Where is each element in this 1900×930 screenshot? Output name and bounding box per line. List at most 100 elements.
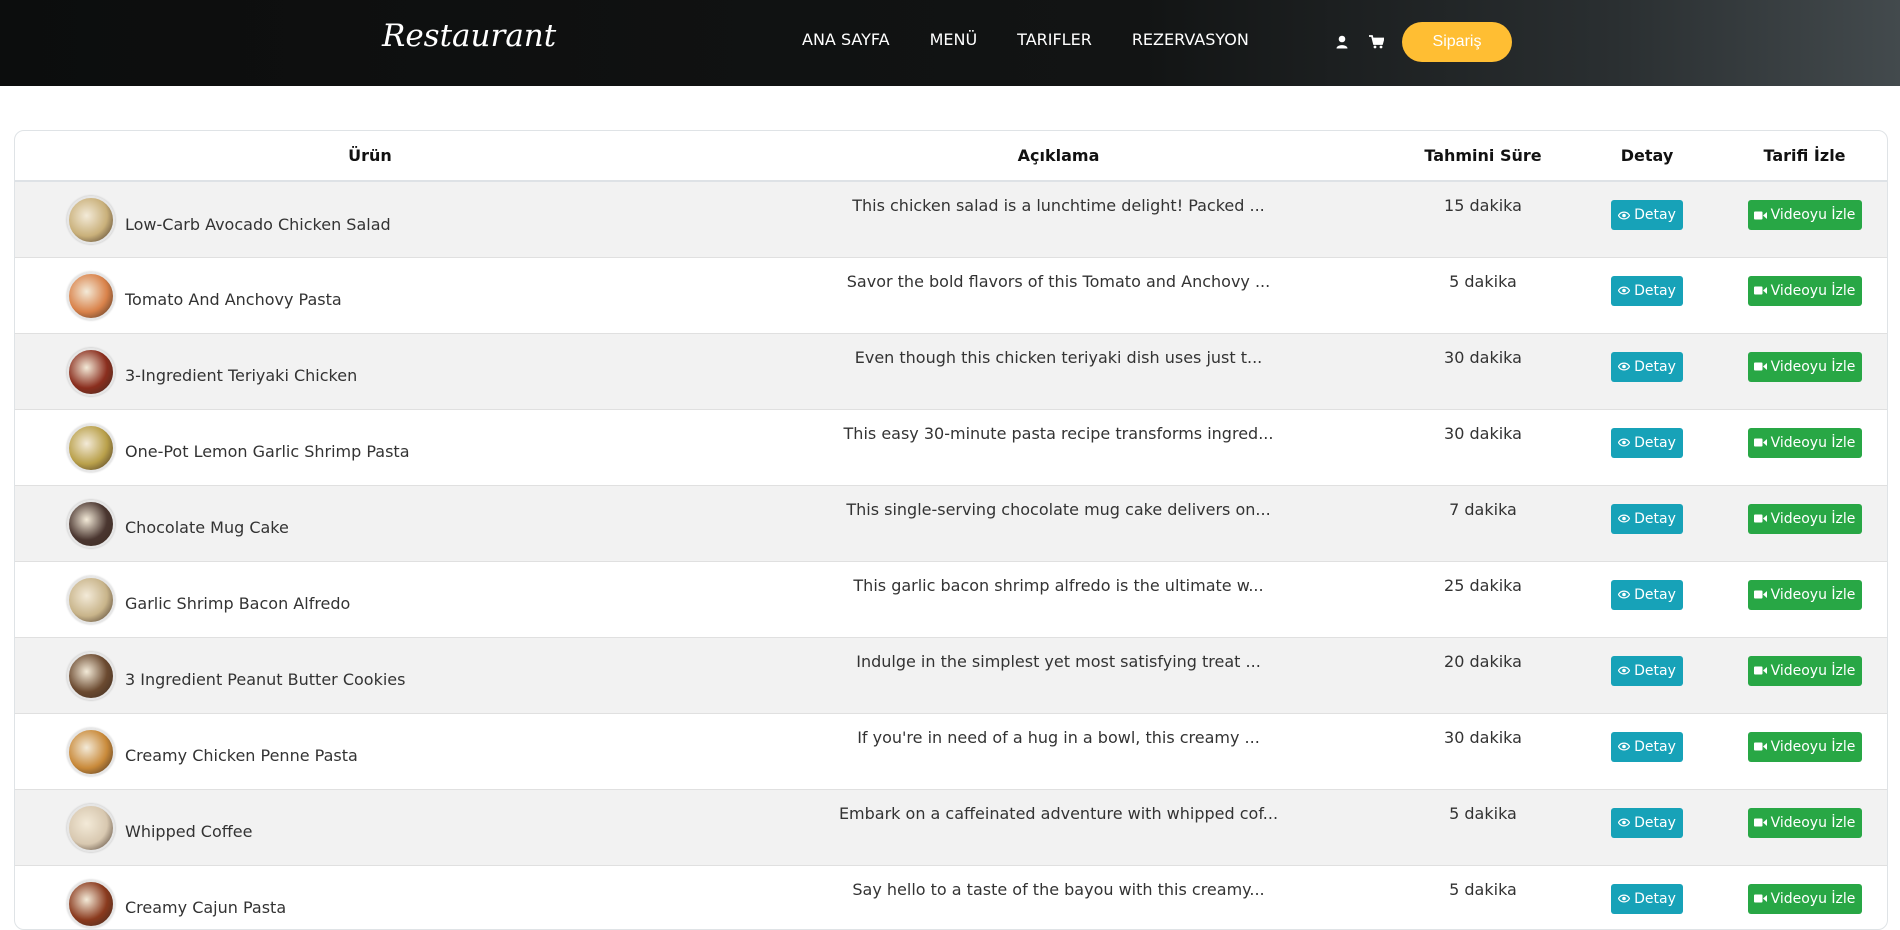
detail-cell: Detay xyxy=(1574,712,1720,789)
nav-link-rezervasyon[interactable]: REZERVASYON xyxy=(1132,30,1249,49)
watch-video-label: Videoyu İzle xyxy=(1770,282,1856,299)
detail-button-label: Detay xyxy=(1634,814,1676,831)
product-name: Garlic Shrimp Bacon Alfredo xyxy=(125,594,351,613)
eye-icon xyxy=(1618,362,1631,371)
table-row: Garlic Shrimp Bacon Alfredo This garlic … xyxy=(15,560,1887,637)
watch-video-label: Videoyu İzle xyxy=(1770,662,1856,679)
product-cell: Low-Carb Avocado Chicken Salad xyxy=(15,180,725,257)
description-cell: Savor the bold flavors of this Tomato an… xyxy=(725,256,1392,333)
description-cell: Say hello to a taste of the bayou with t… xyxy=(725,864,1392,929)
detail-cell: Detay xyxy=(1574,636,1720,713)
watch-video-button[interactable]: Videoyu İzle xyxy=(1747,579,1862,610)
video-camera-icon xyxy=(1753,362,1767,371)
food-thumbnail-image xyxy=(67,271,115,320)
watch-video-label: Videoyu İzle xyxy=(1770,738,1856,755)
detail-button-label: Detay xyxy=(1634,662,1676,679)
product-name: Low-Carb Avocado Chicken Salad xyxy=(125,214,391,234)
watch-video-button[interactable]: Videoyu İzle xyxy=(1747,807,1862,838)
time-cell: 30 dakika xyxy=(1392,408,1574,485)
recipes-table-card: Ürün Açıklama Tahmini Süre Detay Tarifi … xyxy=(14,130,1888,930)
product-cell: Tomato And Anchovy Pasta xyxy=(15,256,725,333)
video-cell: Videoyu İzle xyxy=(1720,788,1887,865)
product-cell: One-Pot Lemon Garlic Shrimp Pasta xyxy=(15,408,725,485)
detail-button[interactable]: Detay xyxy=(1611,503,1683,534)
product-name: Tomato And Anchovy Pasta xyxy=(125,290,342,309)
video-cell: Videoyu İzle xyxy=(1720,332,1887,409)
description-cell: This chicken salad is a lunchtime deligh… xyxy=(725,180,1392,257)
time-cell: 5 dakika xyxy=(1392,256,1574,333)
watch-video-button[interactable]: Videoyu İzle xyxy=(1747,883,1862,914)
eye-icon xyxy=(1618,286,1631,295)
watch-video-label: Videoyu İzle xyxy=(1770,814,1856,831)
product-name: Creamy Chicken Penne Pasta xyxy=(125,746,358,765)
product-cell: Garlic Shrimp Bacon Alfredo xyxy=(15,560,725,637)
product-name: 3 Ingredient Peanut Butter Cookies xyxy=(125,670,406,689)
order-button[interactable]: Sipariş xyxy=(1402,22,1512,62)
user-icon[interactable] xyxy=(1331,32,1353,52)
detail-cell: Detay xyxy=(1574,560,1720,637)
detail-button[interactable]: Detay xyxy=(1611,427,1683,458)
table-row: Chocolate Mug Cake This single-serving c… xyxy=(15,484,1887,561)
time-cell: 20 dakika xyxy=(1392,636,1574,713)
detail-button[interactable]: Detay xyxy=(1611,275,1683,306)
navbar: Restaurant ANA SAYFA MENÜ TARIFLER REZER… xyxy=(0,0,1900,86)
detail-cell: Detay xyxy=(1574,408,1720,485)
product-cell: 3 Ingredient Peanut Butter Cookies xyxy=(15,636,725,713)
detail-button-label: Detay xyxy=(1634,586,1676,603)
description-cell: This garlic bacon shrimp alfredo is the … xyxy=(725,560,1392,637)
description-cell: Indulge in the simplest yet most satisfy… xyxy=(725,636,1392,713)
brand-logo[interactable]: Restaurant xyxy=(382,18,556,54)
eye-icon xyxy=(1618,514,1631,523)
detail-button[interactable]: Detay xyxy=(1611,655,1683,686)
detail-button-label: Detay xyxy=(1634,207,1676,223)
eye-icon xyxy=(1618,894,1631,903)
description-cell: If you're in need of a hug in a bowl, th… xyxy=(725,712,1392,789)
description-cell: Embark on a caffeinated adventure with w… xyxy=(725,788,1392,865)
watch-video-label: Videoyu İzle xyxy=(1770,358,1856,375)
header-urun: Ürün xyxy=(15,131,725,182)
product-name: One-Pot Lemon Garlic Shrimp Pasta xyxy=(125,442,410,461)
table-row: Creamy Chicken Penne Pasta If you're in … xyxy=(15,712,1887,789)
video-cell: Videoyu İzle xyxy=(1720,864,1887,929)
detail-cell: Detay xyxy=(1574,180,1720,257)
nav-links: ANA SAYFA MENÜ TARIFLER REZERVASYON xyxy=(802,30,1289,49)
eye-icon xyxy=(1618,590,1631,599)
nav-link-tarifler[interactable]: TARIFLER xyxy=(1017,30,1092,49)
description-cell: Even though this chicken teriyaki dish u… xyxy=(725,332,1392,409)
detail-button[interactable]: Detay xyxy=(1611,883,1683,914)
detail-button[interactable]: Detay xyxy=(1611,807,1683,838)
product-name: 3-Ingredient Teriyaki Chicken xyxy=(125,366,358,385)
detail-button-label: Detay xyxy=(1634,510,1676,527)
nav-link-ana-sayfa[interactable]: ANA SAYFA xyxy=(802,30,890,49)
detail-button[interactable]: Detay xyxy=(1611,200,1683,230)
watch-video-button[interactable]: Videoyu İzle xyxy=(1747,200,1862,230)
time-cell: 5 dakika xyxy=(1392,788,1574,865)
detail-button[interactable]: Detay xyxy=(1611,731,1683,762)
product-name: Chocolate Mug Cake xyxy=(125,518,289,537)
detail-cell: Detay xyxy=(1574,256,1720,333)
header-aciklama: Açıklama xyxy=(725,131,1392,182)
watch-video-button[interactable]: Videoyu İzle xyxy=(1747,503,1862,534)
food-thumbnail-image xyxy=(67,879,115,928)
watch-video-button[interactable]: Videoyu İzle xyxy=(1747,275,1862,306)
recipes-table: Ürün Açıklama Tahmini Süre Detay Tarifi … xyxy=(15,131,1887,929)
watch-video-label: Videoyu İzle xyxy=(1770,586,1856,603)
product-cell: Whipped Coffee xyxy=(15,788,725,865)
nav-icons xyxy=(1331,32,1399,52)
watch-video-button[interactable]: Videoyu İzle xyxy=(1747,351,1862,382)
detail-button-label: Detay xyxy=(1634,434,1676,451)
time-cell: 25 dakika xyxy=(1392,560,1574,637)
video-cell: Videoyu İzle xyxy=(1720,484,1887,561)
detail-button[interactable]: Detay xyxy=(1611,579,1683,610)
watch-video-button[interactable]: Videoyu İzle xyxy=(1747,731,1862,762)
table-row: 3-Ingredient Teriyaki Chicken Even thoug… xyxy=(15,332,1887,409)
video-camera-icon xyxy=(1753,211,1767,219)
food-thumbnail-image xyxy=(67,499,115,548)
shopping-cart-icon[interactable] xyxy=(1365,32,1387,52)
table-row: Whipped Coffee Embark on a caffeinated a… xyxy=(15,788,1887,865)
watch-video-button[interactable]: Videoyu İzle xyxy=(1747,427,1862,458)
description-cell: This easy 30-minute pasta recipe transfo… xyxy=(725,408,1392,485)
nav-link-menu[interactable]: MENÜ xyxy=(930,30,978,49)
detail-button[interactable]: Detay xyxy=(1611,351,1683,382)
watch-video-button[interactable]: Videoyu İzle xyxy=(1747,655,1862,686)
